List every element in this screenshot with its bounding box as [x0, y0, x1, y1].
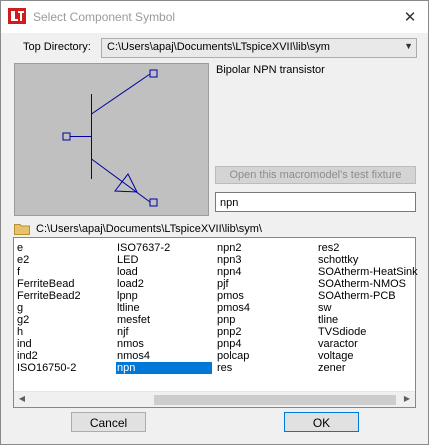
list-item[interactable]: SOAtherm-PCB	[317, 290, 418, 302]
list-item[interactable]: njf	[116, 326, 212, 338]
list-item[interactable]: nmos	[116, 338, 212, 350]
list-item[interactable]: e2	[16, 254, 81, 266]
scrollbar-thumb[interactable]	[154, 395, 396, 405]
list-item[interactable]: pjf	[216, 278, 250, 290]
list-item[interactable]: h	[16, 326, 81, 338]
list-item[interactable]: pnp2	[216, 326, 250, 338]
list-item-selected[interactable]: npn	[116, 362, 212, 374]
open-test-fixture-button[interactable]: Open this macromodel's test fixture	[215, 166, 416, 184]
list-item[interactable]: pmos4	[216, 302, 250, 314]
list-item[interactable]: ind	[16, 338, 81, 350]
list-item[interactable]: ltline	[116, 302, 212, 314]
list-item[interactable]: ind2	[16, 350, 81, 362]
list-item[interactable]: lpnp	[116, 290, 212, 302]
symbol-description: Bipolar NPN transistor	[216, 64, 325, 76]
list-item[interactable]: zener	[317, 362, 418, 374]
horizontal-scrollbar[interactable]: ◀ ▶	[14, 391, 415, 407]
symbol-name-input[interactable]	[215, 192, 416, 212]
list-item[interactable]: ISO16750-2	[16, 362, 81, 374]
file-list-column: res2 schottky SOAtherm-HeatSink SOAtherm…	[317, 242, 418, 374]
scroll-right-icon[interactable]: ▶	[400, 394, 414, 403]
list-item[interactable]: varactor	[317, 338, 418, 350]
list-item[interactable]: res2	[317, 242, 418, 254]
close-button[interactable]: ✕	[398, 5, 422, 29]
file-list-column: npn2 npn3 npn4 pjf pmos pmos4 pnp pnp2 p…	[216, 242, 250, 374]
chevron-down-icon: ▼	[404, 41, 413, 51]
list-item[interactable]: SOAtherm-NMOS	[317, 278, 418, 290]
select-component-symbol-dialog: Select Component Symbol ✕ Top Directory:…	[0, 0, 429, 445]
list-item[interactable]: sw	[317, 302, 418, 314]
list-item[interactable]: f	[16, 266, 81, 278]
top-directory-select[interactable]: C:\Users\apaj\Documents\LTspiceXVII\lib\…	[101, 38, 417, 58]
list-item[interactable]: schottky	[317, 254, 418, 266]
list-item[interactable]: g2	[16, 314, 81, 326]
folder-icon	[14, 224, 30, 235]
list-item[interactable]: TVSdiode	[317, 326, 418, 338]
list-item[interactable]: nmos4	[116, 350, 212, 362]
current-path: C:\Users\apaj\Documents\LTspiceXVII\lib\…	[14, 223, 262, 235]
list-item[interactable]: SOAtherm-HeatSink	[317, 266, 418, 278]
list-item[interactable]: FerriteBead2	[16, 290, 81, 302]
current-path-text: C:\Users\apaj\Documents\LTspiceXVII\lib\…	[36, 223, 262, 235]
list-item[interactable]: polcap	[216, 350, 250, 362]
list-item[interactable]: npn2	[216, 242, 250, 254]
list-item[interactable]: load	[116, 266, 212, 278]
list-item[interactable]: LED	[116, 254, 212, 266]
list-item[interactable]: FerriteBead	[16, 278, 81, 290]
list-item[interactable]: e	[16, 242, 81, 254]
title-bar: Select Component Symbol ✕	[1, 1, 428, 33]
list-item[interactable]: pmos	[216, 290, 250, 302]
list-item[interactable]: g	[16, 302, 81, 314]
list-item[interactable]: voltage	[317, 350, 418, 362]
close-icon: ✕	[403, 9, 417, 26]
list-item[interactable]: npn3	[216, 254, 250, 266]
list-item[interactable]: res	[216, 362, 250, 374]
cancel-button[interactable]: Cancel	[71, 412, 146, 432]
window-title: Select Component Symbol	[33, 10, 176, 24]
symbol-file-list[interactable]: e e2 f FerriteBead FerriteBead2 g g2 h i…	[13, 237, 418, 408]
top-directory-value: C:\Users\apaj\Documents\LTspiceXVII\lib\…	[107, 41, 330, 53]
list-item[interactable]: tline	[317, 314, 418, 326]
list-item[interactable]: pnp4	[216, 338, 250, 350]
list-item[interactable]: load2	[116, 278, 212, 290]
ok-button[interactable]: OK	[284, 412, 359, 432]
ltspice-app-icon	[8, 8, 26, 24]
scroll-left-icon[interactable]: ◀	[15, 394, 29, 403]
file-list-column: ISO7637-2 LED load load2 lpnp ltline mes…	[116, 242, 212, 374]
symbol-preview	[14, 63, 209, 216]
list-item[interactable]: mesfet	[116, 314, 212, 326]
list-item[interactable]: npn4	[216, 266, 250, 278]
file-list-column: e e2 f FerriteBead FerriteBead2 g g2 h i…	[16, 242, 81, 374]
list-item[interactable]: pnp	[216, 314, 250, 326]
top-directory-label: Top Directory:	[23, 41, 91, 53]
list-item[interactable]: ISO7637-2	[116, 242, 212, 254]
npn-transistor-symbol	[62, 69, 158, 207]
